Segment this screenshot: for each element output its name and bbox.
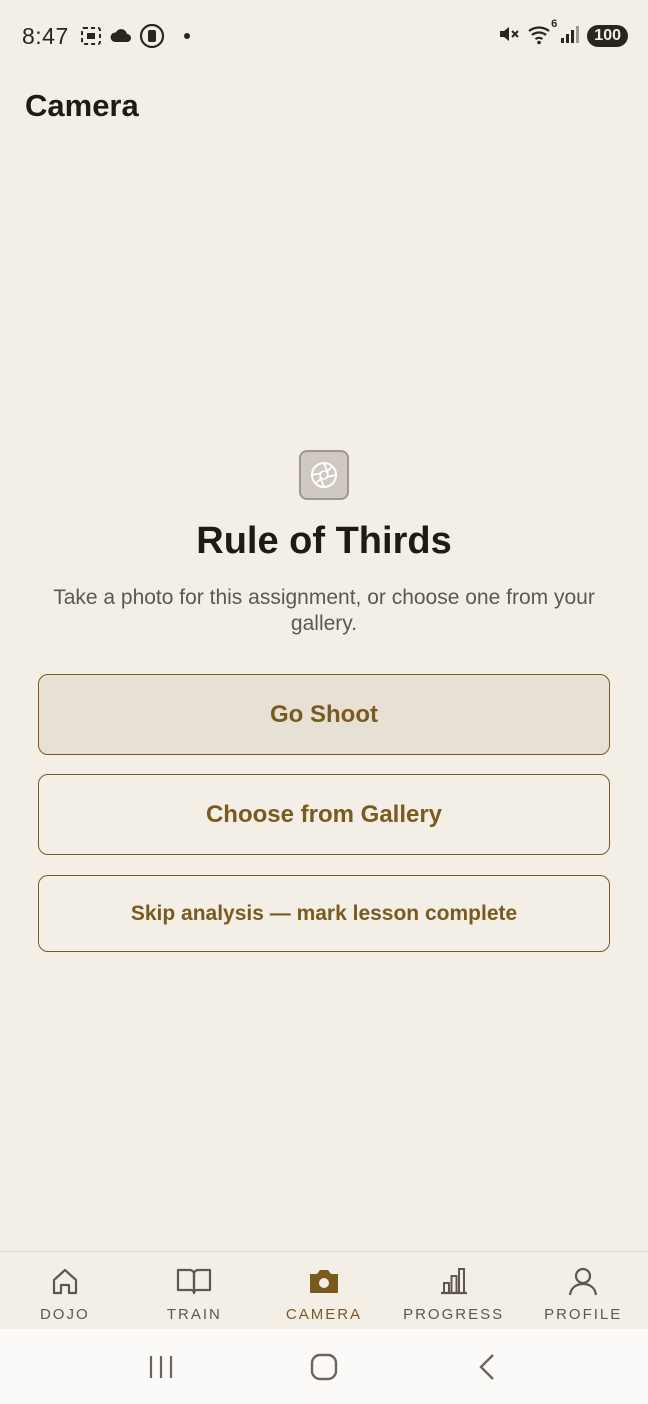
nav-label-profile: PROFILE	[544, 1306, 623, 1323]
aperture-icon	[299, 450, 349, 500]
bottom-nav: DOJO TRAIN CAMERA PROGRESS PROFILE	[0, 1251, 648, 1330]
cell-signal-icon	[559, 23, 581, 50]
status-time: 8:47	[22, 22, 69, 49]
nav-label-train: TRAIN	[166, 1306, 222, 1323]
status-bar: 8:47 6 100	[0, 0, 648, 72]
person-icon	[567, 1264, 599, 1298]
watch-icon	[139, 23, 165, 49]
lesson-title: Rule of Thirds	[196, 520, 452, 562]
page-title: Camera	[25, 88, 139, 123]
go-shoot-button[interactable]: Go Shoot	[38, 674, 610, 755]
nav-label-progress: PROGRESS	[403, 1306, 505, 1323]
home-button[interactable]	[294, 1342, 354, 1392]
home-icon	[49, 1264, 81, 1298]
wifi-superscript: 6	[551, 17, 558, 30]
book-icon	[176, 1264, 212, 1298]
nav-item-progress[interactable]: PROGRESS	[389, 1252, 519, 1330]
mute-icon	[497, 22, 521, 51]
recent-apps-button[interactable]	[131, 1342, 191, 1392]
nav-item-dojo[interactable]: DOJO	[0, 1252, 130, 1330]
battery-level: 100	[587, 25, 628, 47]
skip-analysis-button[interactable]: Skip analysis — mark lesson complete	[38, 875, 610, 952]
nav-item-train[interactable]: TRAIN	[130, 1252, 260, 1330]
dot-indicator-icon	[183, 32, 191, 40]
wifi-icon: 6	[527, 18, 557, 51]
lesson-description: Take a photo for this assignment, or cho…	[53, 586, 595, 635]
nav-label-camera: CAMERA	[285, 1306, 363, 1323]
system-navigation-bar	[0, 1329, 648, 1404]
status-system-icons: 6 100	[497, 18, 628, 51]
cloud-icon	[109, 24, 133, 48]
nav-item-profile[interactable]: PROFILE	[518, 1252, 648, 1330]
back-button[interactable]	[457, 1342, 517, 1392]
camera-screen: 8:47 6 100 Camera Rule of Thirds Take a …	[0, 0, 648, 1404]
nav-label-dojo: DOJO	[39, 1306, 90, 1323]
camera-icon	[307, 1264, 341, 1298]
choose-from-gallery-button[interactable]: Choose from Gallery	[38, 774, 610, 855]
status-notification-icons	[79, 23, 191, 49]
nav-item-camera[interactable]: CAMERA	[259, 1252, 389, 1330]
bar-chart-icon	[438, 1264, 470, 1298]
screenshot-icon	[79, 24, 103, 48]
lesson-panel: Rule of Thirds Take a photo for this ass…	[0, 450, 648, 637]
